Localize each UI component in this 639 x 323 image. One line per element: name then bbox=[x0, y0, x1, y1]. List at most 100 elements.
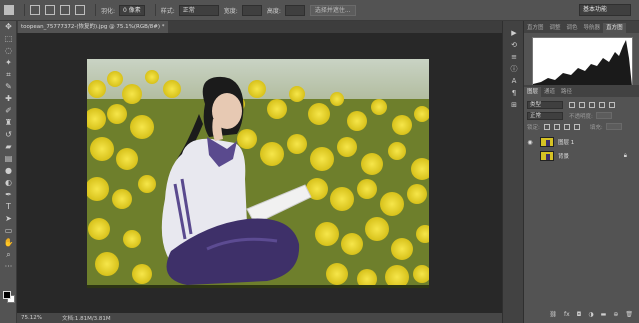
photo-illustration bbox=[87, 59, 429, 288]
lock-position-icon[interactable] bbox=[563, 123, 570, 130]
actions-panel-icon[interactable]: ⟲ bbox=[503, 39, 525, 51]
layer-row-background[interactable]: 背景 🔒︎ bbox=[524, 149, 639, 163]
type-filter-icon[interactable] bbox=[589, 101, 595, 108]
stamp-icon[interactable]: ♜ bbox=[0, 117, 17, 129]
paragraph-panel-icon[interactable]: ¶ bbox=[503, 87, 525, 99]
lock-icon: 🔒︎ bbox=[623, 152, 627, 159]
status-bar: 75.12% 文档:1.81M/3.81M bbox=[17, 313, 502, 323]
select-and-mask-button[interactable]: 选择并遮住... bbox=[309, 4, 356, 16]
tab-histogram[interactable]: 直方图 bbox=[603, 23, 626, 33]
fill-label: 填充: bbox=[589, 124, 603, 131]
lock-transparency-icon[interactable] bbox=[543, 123, 550, 130]
document-tab-bar: toopean_75777372-(恢复的).jpg @ 75.1%(RGB/8… bbox=[17, 21, 502, 33]
fill-input[interactable] bbox=[605, 123, 622, 130]
lock-row: 锁定: 填充: bbox=[524, 121, 639, 132]
eye-icon[interactable]: ◉ bbox=[524, 139, 536, 146]
properties-panel-icon[interactable]: ≡ bbox=[503, 51, 525, 63]
thumbnail-image bbox=[541, 138, 553, 146]
right-panels: 直方图 调整 调色 导航器 直方图 图层 通道 路径 类型 正常 不透明度: 锁… bbox=[524, 21, 639, 323]
kind-filter-select[interactable]: 类型 bbox=[527, 100, 563, 109]
shape-filter-icon[interactable] bbox=[599, 101, 605, 108]
type-icon[interactable]: T bbox=[0, 201, 17, 213]
pen-icon[interactable]: ✒ bbox=[0, 189, 17, 201]
style-select[interactable]: 正常 bbox=[178, 4, 219, 16]
layer-thumbnail bbox=[540, 137, 554, 147]
adjustment-layer-icon[interactable]: ◑ bbox=[588, 311, 593, 318]
subtract-selection-icon[interactable] bbox=[60, 5, 70, 15]
shape-icon[interactable]: ▭ bbox=[0, 225, 17, 237]
zoom-icon[interactable]: ⌕ bbox=[0, 249, 17, 261]
path-select-icon[interactable]: ➤ bbox=[0, 213, 17, 225]
document-tab[interactable]: toopean_75777372-(恢复的).jpg @ 75.1%(RGB/8… bbox=[18, 21, 168, 33]
tab-layers[interactable]: 图层 bbox=[524, 87, 542, 97]
more-icon[interactable]: ··· bbox=[0, 261, 17, 273]
zoom-level[interactable]: 75.12% bbox=[21, 315, 42, 321]
pixel-filter-icon[interactable] bbox=[569, 101, 575, 108]
new-selection-icon[interactable] bbox=[30, 5, 40, 15]
feather-input[interactable]: 0 像素 bbox=[119, 4, 145, 16]
glyphs-panel-icon[interactable]: ⊞ bbox=[503, 99, 525, 111]
history-brush-icon[interactable]: ↺ bbox=[0, 129, 17, 141]
adjustment-filter-icon[interactable] bbox=[579, 101, 585, 108]
marquee-icon[interactable]: ⬚ bbox=[0, 33, 17, 45]
divider bbox=[154, 4, 156, 16]
canvas-area[interactable] bbox=[17, 33, 502, 313]
blend-row: 正常 不透明度: bbox=[524, 110, 639, 121]
document-image[interactable] bbox=[87, 59, 429, 288]
add-mask-icon[interactable]: ◘ bbox=[577, 311, 582, 318]
foreground-color-swatch[interactable] bbox=[3, 291, 11, 299]
width-input[interactable] bbox=[241, 4, 262, 16]
opacity-input[interactable] bbox=[595, 112, 612, 119]
dodge-icon[interactable]: ◐ bbox=[0, 177, 17, 189]
brush-icon[interactable]: ✐ bbox=[0, 105, 17, 117]
style-label: 样式: bbox=[160, 7, 175, 15]
layers-tabs: 图层 通道 路径 bbox=[524, 85, 639, 97]
new-layer-icon[interactable]: ⊕ bbox=[613, 311, 618, 318]
layers-footer: ⛓ fx ◘ ◑ ▬ ⊕ 🗑︎ bbox=[524, 309, 639, 319]
tab-channels[interactable]: 通道 bbox=[541, 87, 558, 97]
crop-icon[interactable]: ⌗ bbox=[0, 69, 17, 81]
hand-icon[interactable]: ✋ bbox=[0, 237, 17, 249]
layer-name[interactable]: 图层 1 bbox=[558, 138, 574, 146]
smart-filter-icon[interactable] bbox=[609, 101, 615, 108]
add-selection-icon[interactable] bbox=[45, 5, 55, 15]
panel-icon-strip: ▶ ⟲ ≡ ⓘ A ¶ ⊞ bbox=[502, 21, 524, 323]
histogram-icon bbox=[533, 40, 632, 88]
lock-pixels-icon[interactable] bbox=[553, 123, 560, 130]
eyedropper-icon[interactable]: ✎ bbox=[0, 81, 17, 93]
delete-layer-icon[interactable]: 🗑︎ bbox=[625, 311, 633, 318]
blur-icon[interactable]: ● bbox=[0, 165, 17, 177]
history-panel-icon[interactable]: ▶ bbox=[503, 27, 525, 39]
layer-row-layer1[interactable]: ◉ 图层 1 bbox=[524, 135, 639, 149]
link-layers-icon[interactable]: ⛓ bbox=[549, 311, 557, 318]
healing-icon[interactable]: ✚ bbox=[0, 93, 17, 105]
tab-navigator[interactable]: 导航器 bbox=[581, 23, 604, 33]
info-panel-icon[interactable]: ⓘ bbox=[503, 63, 525, 75]
intersect-selection-icon[interactable] bbox=[75, 5, 85, 15]
blend-mode-select[interactable]: 正常 bbox=[527, 111, 563, 120]
eraser-icon[interactable]: ▰ bbox=[0, 141, 17, 153]
document-size: 文档:1.81M/3.81M bbox=[61, 316, 111, 322]
tool-preset-icon[interactable] bbox=[4, 5, 14, 15]
lasso-icon[interactable]: ◌ bbox=[0, 45, 17, 57]
tab-paths[interactable]: 路径 bbox=[558, 87, 575, 97]
fx-icon[interactable]: fx bbox=[564, 311, 570, 318]
options-bar: 羽化: 0 像素 样式: 正常 宽度: 高度: 选择并遮住... bbox=[0, 0, 639, 21]
tools-panel: ✥ ⬚ ◌ ✦ ⌗ ✎ ✚ ✐ ♜ ↺ ▰ ▤ ● ◐ ✒ T ➤ ▭ ✋ ⌕ … bbox=[0, 21, 17, 323]
feather-label: 羽化: bbox=[101, 7, 116, 15]
tab-adjust[interactable]: 调色 bbox=[564, 23, 581, 33]
height-input[interactable] bbox=[284, 4, 305, 16]
gradient-icon[interactable]: ▤ bbox=[0, 153, 17, 165]
workspace-select[interactable]: 基本功能 bbox=[579, 4, 631, 16]
new-group-icon[interactable]: ▬ bbox=[601, 311, 607, 318]
layer-name[interactable]: 背景 bbox=[558, 152, 569, 160]
move-icon[interactable]: ✥ bbox=[0, 21, 17, 33]
height-label: 高度: bbox=[266, 7, 281, 15]
width-label: 宽度: bbox=[223, 7, 238, 15]
character-panel-icon[interactable]: A bbox=[503, 75, 525, 87]
lock-label: 锁定: bbox=[527, 124, 540, 131]
lock-all-icon[interactable] bbox=[573, 123, 580, 130]
tab-swatches[interactable]: 调整 bbox=[547, 23, 564, 33]
magic-wand-icon[interactable]: ✦ bbox=[0, 57, 17, 69]
tab-color[interactable]: 直方图 bbox=[524, 23, 547, 33]
